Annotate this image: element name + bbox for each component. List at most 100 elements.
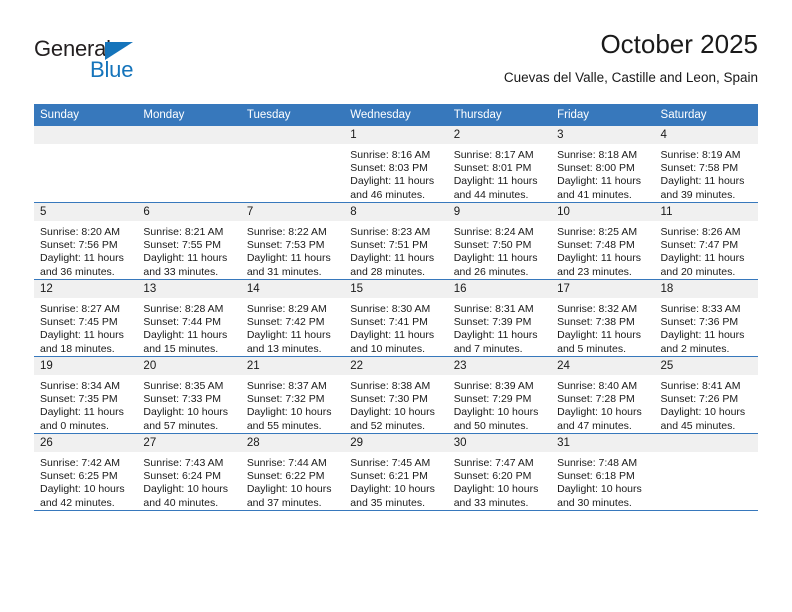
day-details: Sunrise: 8:19 AM Sunset: 7:58 PM Dayligh… — [655, 144, 758, 202]
day-number: 4 — [654, 126, 758, 144]
day-number: 18 — [654, 280, 758, 298]
daylight-text-line2: and 46 minutes. — [350, 188, 425, 201]
sunrise-text: Sunrise: 8:41 AM — [660, 380, 741, 392]
calendar-day-cell[interactable]: 20 Sunrise: 8:35 AM Sunset: 7:33 PM Dayl… — [137, 356, 241, 434]
sunrise-text: Sunrise: 8:33 AM — [660, 303, 741, 315]
page-title: October 2025 — [600, 29, 758, 59]
calendar-day-cell[interactable]: 21 Sunrise: 8:37 AM Sunset: 7:32 PM Dayl… — [240, 356, 345, 434]
calendar-day-cell[interactable]: 22 Sunrise: 8:38 AM Sunset: 7:30 PM Dayl… — [344, 356, 448, 434]
calendar-day-cell[interactable]: 10 Sunrise: 8:25 AM Sunset: 7:48 PM Dayl… — [551, 202, 655, 280]
general-blue-logo[interactable]: General Blue — [34, 36, 234, 88]
day-details — [34, 144, 137, 149]
calendar-day-cell[interactable]: 28 Sunrise: 7:44 AM Sunset: 6:22 PM Dayl… — [240, 433, 345, 511]
calendar-grid: Sunday Monday Tuesday Wednesday Thursday… — [34, 104, 758, 511]
daylight-text-line1: Daylight: 10 hours — [143, 406, 229, 419]
sunset-text: Sunset: 7:51 PM — [350, 239, 428, 252]
calendar-day-cell[interactable]: 16 Sunrise: 8:31 AM Sunset: 7:39 PM Dayl… — [447, 279, 552, 357]
calendar-day-cell[interactable]: 2 Sunrise: 8:17 AM Sunset: 8:01 PM Dayli… — [447, 126, 552, 203]
calendar-day-cell[interactable] — [240, 126, 345, 203]
daylight-text-line1: Daylight: 11 hours — [40, 329, 124, 342]
calendar-day-cell[interactable]: 6 Sunrise: 8:21 AM Sunset: 7:55 PM Dayli… — [137, 202, 241, 280]
day-details: Sunrise: 7:47 AM Sunset: 6:20 PM Dayligh… — [448, 452, 551, 510]
daylight-text-line2: and 41 minutes. — [557, 188, 632, 201]
day-number: 26 — [34, 434, 138, 452]
logo-text-blue: Blue — [90, 57, 134, 82]
calendar-week-row: 12 Sunrise: 8:27 AM Sunset: 7:45 PM Dayl… — [34, 279, 758, 357]
sunset-text: Sunset: 7:48 PM — [557, 239, 635, 252]
calendar-day-cell[interactable]: 19 Sunrise: 8:34 AM Sunset: 7:35 PM Dayl… — [34, 356, 138, 434]
calendar-day-cell[interactable]: 7 Sunrise: 8:22 AM Sunset: 7:53 PM Dayli… — [240, 202, 345, 280]
weekday-header-sunday: Sunday — [34, 104, 138, 126]
calendar-day-cell[interactable]: 31 Sunrise: 7:48 AM Sunset: 6:18 PM Dayl… — [551, 433, 655, 511]
sunset-text: Sunset: 6:20 PM — [453, 470, 532, 483]
calendar-day-cell[interactable] — [137, 126, 241, 203]
daylight-text-line1: Daylight: 11 hours — [453, 252, 538, 265]
day-details: Sunrise: 8:35 AM Sunset: 7:33 PM Dayligh… — [137, 375, 240, 433]
daylight-text-line2: and 31 minutes. — [246, 265, 322, 278]
day-number — [137, 126, 241, 144]
calendar-day-cell[interactable]: 26 Sunrise: 7:42 AM Sunset: 6:25 PM Dayl… — [34, 433, 138, 511]
day-details: Sunrise: 7:44 AM Sunset: 6:22 PM Dayligh… — [241, 452, 344, 510]
day-details: Sunrise: 8:28 AM Sunset: 7:44 PM Dayligh… — [137, 298, 240, 356]
day-details: Sunrise: 8:31 AM Sunset: 7:39 PM Dayligh… — [448, 298, 551, 356]
sunrise-text: Sunrise: 8:17 AM — [453, 149, 534, 161]
calendar-day-cell[interactable]: 9 Sunrise: 8:24 AM Sunset: 7:50 PM Dayli… — [447, 202, 552, 280]
calendar-day-cell[interactable]: 5 Sunrise: 8:20 AM Sunset: 7:56 PM Dayli… — [34, 202, 138, 280]
calendar-day-cell[interactable]: 13 Sunrise: 8:28 AM Sunset: 7:44 PM Dayl… — [137, 279, 241, 357]
day-details — [137, 144, 240, 149]
calendar-day-cell[interactable]: 11 Sunrise: 8:26 AM Sunset: 7:47 PM Dayl… — [654, 202, 758, 280]
calendar-day-cell[interactable]: 25 Sunrise: 8:41 AM Sunset: 7:26 PM Dayl… — [654, 356, 758, 434]
calendar-day-cell[interactable]: 1 Sunrise: 8:16 AM Sunset: 8:03 PM Dayli… — [344, 126, 448, 203]
day-number: 12 — [34, 280, 138, 298]
calendar-day-cell[interactable]: 23 Sunrise: 8:39 AM Sunset: 7:29 PM Dayl… — [447, 356, 552, 434]
calendar-week-row: 19 Sunrise: 8:34 AM Sunset: 7:35 PM Dayl… — [34, 356, 758, 434]
day-number: 10 — [551, 203, 655, 221]
daylight-text-line1: Daylight: 11 hours — [143, 329, 228, 342]
sunrise-text: Sunrise: 8:38 AM — [350, 380, 431, 392]
daylight-text-line2: and 47 minutes. — [557, 419, 632, 432]
day-details: Sunrise: 8:25 AM Sunset: 7:48 PM Dayligh… — [551, 221, 654, 279]
sunrise-text: Sunrise: 7:48 AM — [557, 457, 638, 469]
calendar-day-cell[interactable]: 15 Sunrise: 8:30 AM Sunset: 7:41 PM Dayl… — [344, 279, 448, 357]
sunset-text: Sunset: 7:26 PM — [660, 393, 739, 406]
sunrise-text: Sunrise: 7:43 AM — [143, 457, 224, 469]
calendar-day-cell[interactable]: 3 Sunrise: 8:18 AM Sunset: 8:00 PM Dayli… — [551, 126, 655, 203]
daylight-text-line1: Daylight: 11 hours — [660, 175, 745, 188]
sunrise-text: Sunrise: 8:24 AM — [453, 226, 534, 238]
daylight-text-line1: Daylight: 11 hours — [40, 406, 124, 419]
daylight-text-line2: and 44 minutes. — [453, 188, 529, 201]
sunset-text: Sunset: 7:39 PM — [453, 316, 532, 329]
page-subtitle: Cuevas del Valle, Castille and Leon, Spa… — [503, 70, 758, 85]
sunset-text: Sunset: 7:45 PM — [40, 316, 118, 329]
day-number: 2 — [447, 126, 552, 144]
day-details: Sunrise: 7:48 AM Sunset: 6:18 PM Dayligh… — [551, 452, 654, 510]
calendar-day-cell[interactable]: 29 Sunrise: 7:45 AM Sunset: 6:21 PM Dayl… — [344, 433, 448, 511]
day-details: Sunrise: 8:26 AM Sunset: 7:47 PM Dayligh… — [655, 221, 758, 279]
calendar-day-cell[interactable]: 8 Sunrise: 8:23 AM Sunset: 7:51 PM Dayli… — [344, 202, 448, 280]
daylight-text-line1: Daylight: 11 hours — [660, 252, 745, 265]
calendar-day-cell[interactable]: 4 Sunrise: 8:19 AM Sunset: 7:58 PM Dayli… — [654, 126, 758, 203]
sunrise-text: Sunrise: 8:30 AM — [350, 303, 431, 315]
calendar-day-cell[interactable]: 18 Sunrise: 8:33 AM Sunset: 7:36 PM Dayl… — [654, 279, 758, 357]
calendar-day-cell[interactable]: 24 Sunrise: 8:40 AM Sunset: 7:28 PM Dayl… — [551, 356, 655, 434]
daylight-text-line2: and 5 minutes. — [557, 342, 626, 355]
daylight-text-line2: and 55 minutes. — [246, 419, 322, 432]
calendar-day-cell[interactable] — [34, 126, 138, 203]
sunrise-text: Sunrise: 8:21 AM — [143, 226, 224, 238]
day-details: Sunrise: 8:38 AM Sunset: 7:30 PM Dayligh… — [344, 375, 447, 433]
calendar-day-cell[interactable]: 14 Sunrise: 8:29 AM Sunset: 7:42 PM Dayl… — [240, 279, 345, 357]
day-details: Sunrise: 8:24 AM Sunset: 7:50 PM Dayligh… — [448, 221, 551, 279]
calendar-day-cell[interactable] — [654, 433, 758, 511]
weekday-header-monday: Monday — [137, 104, 241, 126]
daylight-text-line1: Daylight: 10 hours — [660, 406, 746, 419]
sunset-text: Sunset: 7:53 PM — [246, 239, 325, 252]
day-number: 16 — [447, 280, 552, 298]
sunset-text: Sunset: 7:50 PM — [453, 239, 532, 252]
calendar-day-cell[interactable]: 12 Sunrise: 8:27 AM Sunset: 7:45 PM Dayl… — [34, 279, 138, 357]
daylight-text-line2: and 45 minutes. — [660, 419, 736, 432]
calendar-day-cell[interactable]: 17 Sunrise: 8:32 AM Sunset: 7:38 PM Dayl… — [551, 279, 655, 357]
calendar-day-cell[interactable]: 30 Sunrise: 7:47 AM Sunset: 6:20 PM Dayl… — [447, 433, 552, 511]
sunrise-text: Sunrise: 7:47 AM — [453, 457, 534, 469]
calendar-day-cell[interactable]: 27 Sunrise: 7:43 AM Sunset: 6:24 PM Dayl… — [137, 433, 241, 511]
sunset-text: Sunset: 7:47 PM — [660, 239, 739, 252]
